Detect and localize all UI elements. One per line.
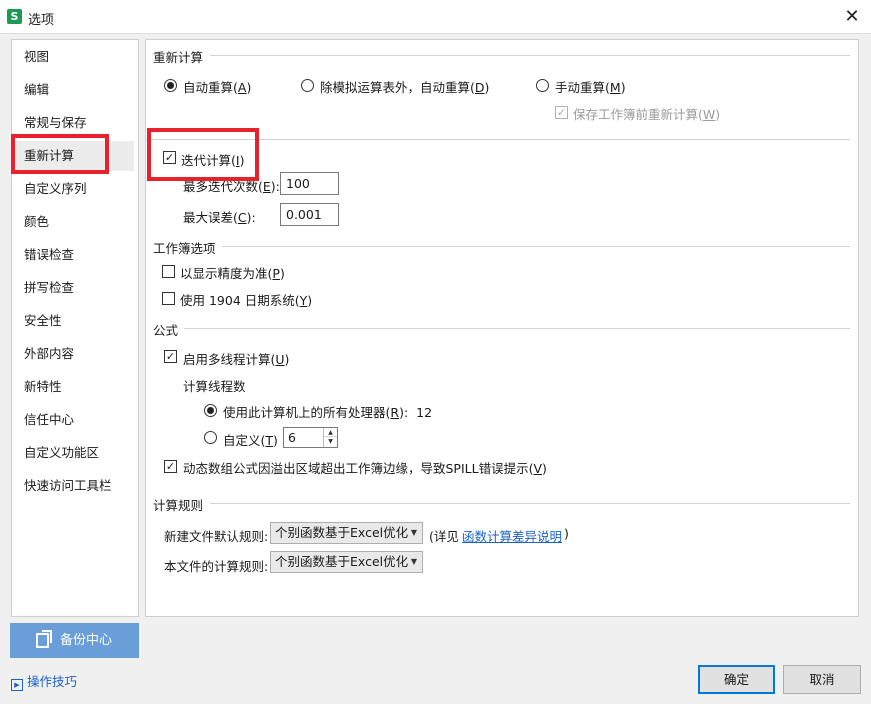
section-title-recalculation: 重新计算 [153,50,204,65]
detail-suffix: ) [564,526,569,541]
cancel-button[interactable]: 取消 [783,665,861,694]
sidebar-item-quick-access-toolbar[interactable]: 快速访问工具栏 [12,471,134,501]
backup-center-label: 备份中心 [60,633,113,648]
tips-link[interactable]: ▶ 操作技巧 [11,671,77,691]
all-processors-radio[interactable] [204,404,217,417]
ok-button[interactable]: 确定 [698,665,775,694]
new-file-rule-label: 新建文件默认规则: [164,529,269,544]
sidebar-item-error-checking[interactable]: 错误检查 [12,240,134,270]
this-file-rule-value: 个别函数基于Excel优化 [275,554,409,569]
options-sidebar: 视图 编辑 常规与保存 重新计算 自定义序列 颜色 错误检查 拼写检查 安全性 … [11,39,139,617]
custom-threads-value: 6 [288,430,296,445]
processor-count: 12 [416,405,433,420]
save-recalc-label: 保存工作簿前重新计算(W) [573,107,721,122]
manual-recalc-radio[interactable] [536,79,549,92]
all-processors-label[interactable]: 使用此计算机上的所有处理器(R): 12 [223,402,432,421]
max-iterations-input[interactable]: 100 [280,172,339,195]
sidebar-item-spell-check[interactable]: 拼写检查 [12,273,134,303]
thread-count-label: 计算线程数 [183,379,246,394]
section-divider [184,328,850,329]
sidebar-item-colors[interactable]: 颜色 [12,207,134,237]
app-icon: S [7,9,22,24]
close-icon[interactable]: ✕ [841,6,863,28]
highlight-box-iterative [147,128,259,181]
auto-except-tables-radio[interactable] [301,79,314,92]
new-file-rule-select[interactable]: 个别函数基于Excel优化 ▼ [270,522,423,544]
sidebar-item-edit[interactable]: 编辑 [12,75,134,105]
play-icon: ▶ [11,679,23,691]
date-1904-checkbox[interactable] [162,292,175,305]
spill-error-label[interactable]: 动态数组公式因溢出区域超出工作簿边缘，导致SPILL错误提示(V) [183,458,547,477]
spill-error-checkbox[interactable]: ✓ [164,460,177,473]
stepper-down-icon[interactable]: ▼ [324,437,337,446]
manual-recalc-label[interactable]: 手动重算(M) [555,77,626,96]
highlight-box-sidebar [11,134,109,174]
backup-center-button[interactable]: 备份中心 [10,623,139,658]
backup-icon [36,630,52,648]
this-file-rule-select[interactable]: 个别函数基于Excel优化 ▼ [270,551,423,573]
section-title-formula: 公式 [153,323,179,338]
sidebar-item-custom-lists[interactable]: 自定义序列 [12,174,134,204]
precision-as-displayed-label[interactable]: 以显示精度为准(P) [180,263,285,282]
section-divider [222,246,850,247]
save-recalc-checkbox[interactable]: ✓ [555,106,568,119]
window-title: 选项 [28,13,55,28]
precision-as-displayed-checkbox[interactable] [162,265,175,278]
auto-except-tables-label[interactable]: 除模拟运算表外，自动重算(D) [320,77,489,96]
custom-threads-label[interactable]: 自定义(T) [223,430,278,449]
max-change-label: 最大误差(C): [183,210,256,225]
new-file-rule-value: 个别函数基于Excel优化 [275,525,409,540]
section-divider [210,55,850,56]
sidebar-item-new-features[interactable]: 新特性 [12,372,134,402]
chevron-down-icon: ▼ [410,557,417,566]
sidebar-item-trust-center[interactable]: 信任中心 [12,405,134,435]
sidebar-item-security[interactable]: 安全性 [12,306,134,336]
sidebar-item-view[interactable]: 视图 [12,42,134,72]
sidebar-item-customize-ribbon[interactable]: 自定义功能区 [12,438,134,468]
sidebar-item-external-content[interactable]: 外部内容 [12,339,134,369]
chevron-down-icon: ▼ [410,528,417,537]
function-diff-link[interactable]: 函数计算差异说明 [462,526,562,545]
custom-threads-radio[interactable] [204,431,217,444]
detail-prefix: (详见 [429,529,459,544]
options-panel: 重新计算 自动重算(A) 除模拟运算表外，自动重算(D) 手动重算(M) ✓ 保… [145,39,859,617]
date-1904-label[interactable]: 使用 1904 日期系统(Y) [180,290,312,309]
section-divider [210,503,850,504]
tips-label: 操作技巧 [27,674,78,689]
auto-recalc-radio[interactable] [164,79,177,92]
custom-threads-stepper[interactable]: 6 ▲ ▼ [283,427,338,448]
section-title-workbook: 工作簿选项 [153,241,216,256]
stepper-up-icon[interactable]: ▲ [324,428,337,437]
max-change-input[interactable]: 0.001 [280,203,339,226]
auto-recalc-label[interactable]: 自动重算(A) [183,77,251,96]
this-file-rule-label: 本文件的计算规则: [164,559,269,574]
section-title-calc-rules: 计算规则 [153,498,204,513]
title-bar: S 选项 ✕ [0,0,871,34]
multithread-label[interactable]: 启用多线程计算(U) [183,349,289,368]
stepper-buttons: ▲ ▼ [323,428,337,447]
multithread-checkbox[interactable]: ✓ [164,350,177,363]
